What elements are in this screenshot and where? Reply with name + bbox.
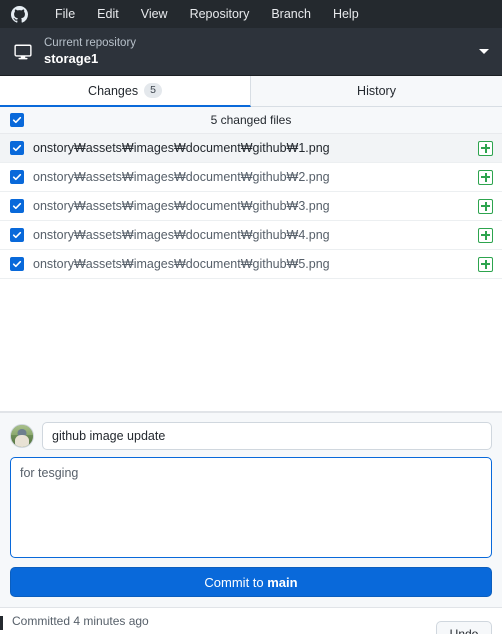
menu-item-repository[interactable]: Repository	[179, 4, 261, 25]
commit-button-branch: main	[267, 574, 298, 590]
file-path: onstory₩assets₩images₩document₩github₩2.…	[33, 170, 330, 184]
file-checkbox[interactable]	[10, 228, 24, 242]
repository-name: storage1	[44, 50, 99, 66]
plus-square-icon	[478, 256, 493, 272]
tab-history[interactable]: History	[251, 76, 502, 106]
plus-square-icon	[478, 198, 493, 214]
tab-changes-label: Changes	[88, 83, 139, 98]
window-edge-marker	[0, 616, 3, 630]
changed-files-header: 5 changed files	[0, 107, 502, 134]
commit-form: Commit to main	[0, 412, 502, 607]
current-repository-selector[interactable]: Current repository storage1	[0, 28, 502, 76]
menu-item-branch[interactable]: Branch	[260, 4, 322, 25]
repository-text-block: Current repository storage1	[44, 36, 470, 67]
tab-changes-badge: 5	[144, 82, 162, 99]
changes-panel: 5 changed files onstory₩assets₩images₩do…	[0, 107, 502, 412]
github-desktop-window: File Edit View Repository Branch Help Cu…	[0, 0, 502, 634]
avatar	[10, 424, 34, 448]
table-row[interactable]: onstory₩assets₩images₩document₩github₩3.…	[0, 192, 502, 221]
menu-item-view[interactable]: View	[130, 4, 179, 25]
table-row[interactable]: onstory₩assets₩images₩document₩github₩2.…	[0, 163, 502, 192]
current-repository-label: Current repository	[44, 37, 137, 50]
undo-button[interactable]: Undo	[436, 621, 492, 634]
table-row[interactable]: onstory₩assets₩images₩document₩github₩4.…	[0, 221, 502, 250]
tab-bar: Changes 5 History	[0, 76, 502, 107]
plus-square-icon	[478, 227, 493, 243]
commit-button[interactable]: Commit to main	[10, 567, 492, 597]
table-row[interactable]: onstory₩assets₩images₩document₩github₩1.…	[0, 134, 502, 163]
file-checkbox[interactable]	[10, 170, 24, 184]
file-path: onstory₩assets₩images₩document₩github₩3.…	[33, 199, 330, 213]
github-octocat-icon	[8, 3, 30, 25]
menu-item-file[interactable]: File	[44, 4, 86, 25]
file-path: onstory₩assets₩images₩document₩github₩4.…	[33, 228, 330, 242]
commit-button-prefix: Commit to	[204, 574, 268, 590]
select-all-checkbox[interactable]	[10, 113, 24, 127]
file-path: onstory₩assets₩images₩document₩github₩1.…	[33, 141, 330, 155]
desktop-monitor-icon	[12, 41, 34, 63]
plus-square-icon	[478, 140, 493, 156]
commit-summary-row	[10, 422, 492, 450]
changed-files-count: 5 changed files	[210, 113, 292, 127]
last-commit-status: Committed 4 minutes ago	[12, 614, 149, 628]
chevron-down-icon[interactable]	[476, 44, 492, 60]
status-bar: Committed 4 minutes ago Undo	[0, 607, 502, 634]
file-checkbox[interactable]	[10, 199, 24, 213]
commit-description-input[interactable]	[10, 457, 492, 558]
file-path: onstory₩assets₩images₩document₩github₩5.…	[33, 257, 330, 271]
tab-history-label: History	[357, 84, 396, 98]
table-row[interactable]: onstory₩assets₩images₩document₩github₩5.…	[0, 250, 502, 279]
menu-item-help[interactable]: Help	[322, 4, 370, 25]
file-checkbox[interactable]	[10, 141, 24, 155]
changed-files-list[interactable]: onstory₩assets₩images₩document₩github₩1.…	[0, 134, 502, 411]
menu-item-edit[interactable]: Edit	[86, 4, 130, 25]
tab-changes[interactable]: Changes 5	[0, 76, 251, 107]
commit-summary-input[interactable]	[42, 422, 492, 450]
file-checkbox[interactable]	[10, 257, 24, 271]
menu-bar: File Edit View Repository Branch Help	[0, 0, 502, 28]
plus-square-icon	[478, 169, 493, 185]
